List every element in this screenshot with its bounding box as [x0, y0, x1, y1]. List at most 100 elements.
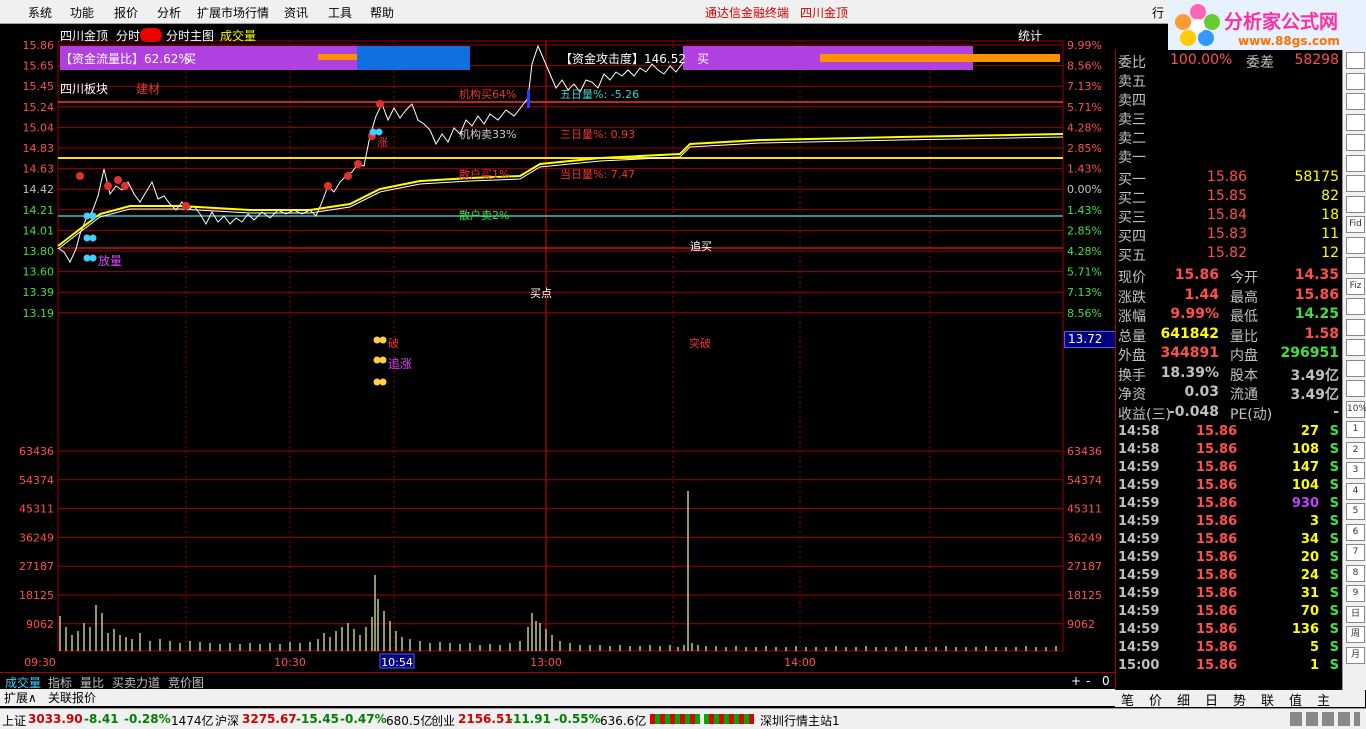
tick-vol: 27	[1300, 424, 1319, 439]
tick-row: 14:58 15.86 27 S	[1116, 424, 1343, 442]
price-tick-label: 15.45	[23, 80, 55, 93]
tool-button[interactable]: 2	[1346, 441, 1365, 459]
weicha-label: 委差	[1246, 55, 1274, 71]
tool-button[interactable]	[1346, 72, 1365, 90]
stat-value: 641842	[1160, 325, 1219, 342]
tool-button[interactable]: 周	[1346, 626, 1365, 643]
tool-button[interactable]	[1346, 134, 1365, 151]
stat-label-2: PE(动)	[1230, 406, 1273, 423]
time-tick-label: 13:00	[530, 656, 562, 669]
ask-row: 卖一	[1116, 147, 1343, 166]
tool-button[interactable]	[1346, 113, 1365, 131]
tool-button[interactable]	[1346, 318, 1365, 336]
zoom-in-button[interactable]: +	[1068, 674, 1084, 688]
today-vol-label: 当日量%: 7.47	[560, 168, 636, 181]
stat-row: 外盘 344891 内盘 296951	[1116, 345, 1343, 364]
tool-button[interactable]	[1346, 52, 1365, 69]
side-tab[interactable]: 笔	[1121, 690, 1134, 709]
extend-toggle[interactable]: 扩展∧	[4, 689, 37, 706]
vol-tick-label: 54374	[19, 474, 54, 487]
price-tick-label: 14.63	[23, 163, 55, 176]
zoom-out-button[interactable]: -	[1083, 674, 1093, 688]
tick-time: 14:59	[1118, 604, 1160, 619]
menu-help[interactable]: 帮助	[370, 4, 394, 21]
tick-price: 15.86	[1196, 532, 1238, 547]
tool-button[interactable]	[1346, 195, 1365, 213]
stat-label-2: 今开	[1230, 270, 1258, 286]
market-strength-bar-2	[704, 714, 754, 724]
tool-button[interactable]: 8	[1346, 564, 1365, 582]
tool-button[interactable]	[1346, 380, 1365, 397]
ask-label: 卖一	[1118, 150, 1146, 166]
tool-button[interactable]	[1346, 236, 1365, 254]
weibi-label: 委比	[1118, 55, 1146, 71]
chart-mode-tab[interactable]: 分时	[116, 27, 140, 44]
menu-extended-market[interactable]: 扩展市场行情	[197, 4, 269, 21]
buy-signal-icon	[354, 160, 362, 168]
tool-button[interactable]: 3	[1346, 462, 1365, 479]
bid-price: 15.85	[1206, 188, 1247, 204]
menu-quote[interactable]: 报价	[114, 4, 138, 21]
price-tick-label: 13.19	[23, 307, 55, 320]
tool-button[interactable]: 9	[1346, 585, 1365, 602]
tick-price: 15.86	[1196, 586, 1238, 601]
server-label: 深圳行情主站1	[760, 714, 840, 728]
side-tab[interactable]: 细	[1177, 690, 1190, 709]
tool-button[interactable]	[1346, 175, 1365, 192]
side-tab[interactable]: 日	[1205, 690, 1218, 709]
tick-side: S	[1329, 658, 1339, 673]
tool-button[interactable]: 10%	[1346, 400, 1366, 418]
tool-button[interactable]	[1346, 257, 1365, 274]
side-tab[interactable]: 联	[1261, 690, 1274, 709]
side-tab[interactable]: 值	[1289, 690, 1302, 709]
tool-button[interactable]: 4	[1346, 482, 1365, 500]
avg-price-line	[57, 133, 1064, 247]
stat-button[interactable]: 统计	[1018, 27, 1042, 44]
tool-button[interactable]: 5	[1346, 503, 1365, 520]
tick-vol: 104	[1291, 478, 1319, 493]
quote-corner-button[interactable]: 行	[1152, 4, 1164, 21]
tool-button[interactable]	[1346, 359, 1365, 377]
tick-price: 15.86	[1196, 604, 1238, 619]
blue-marker	[527, 90, 530, 108]
side-tab[interactable]: 主	[1317, 690, 1330, 709]
side-tab[interactable]: 势	[1233, 690, 1246, 709]
menu-system[interactable]: 系统	[28, 4, 52, 21]
ask-row: 卖四	[1116, 90, 1343, 109]
tool-button[interactable]: 7	[1346, 544, 1365, 561]
tool-button[interactable]	[1346, 93, 1365, 110]
hs-amount: 680.5亿	[386, 714, 433, 728]
tick-price: 15.86	[1196, 658, 1238, 673]
subtabs-bar: 扩展∧ 关联报价	[0, 689, 1115, 706]
related-quote-tab[interactable]: 关联报价	[48, 689, 96, 706]
ask-row: 卖二	[1116, 128, 1343, 147]
tick-time: 14:59	[1118, 568, 1160, 583]
menu-news[interactable]: 资讯	[284, 4, 308, 21]
menu-tools[interactable]: 工具	[328, 4, 352, 21]
tick-row: 14:59 15.86 20 S	[1116, 550, 1343, 568]
reset-button[interactable]: 0	[1099, 674, 1113, 688]
tick-row: 14:59 15.86 147 S	[1116, 460, 1343, 478]
tool-button[interactable]: Fiz	[1346, 277, 1365, 295]
tool-button[interactable]	[1346, 154, 1365, 172]
tool-button[interactable]: 1	[1346, 421, 1365, 438]
sector-label: 四川板块	[60, 82, 109, 96]
tool-button[interactable]: Fid	[1346, 216, 1365, 233]
tool-button[interactable]: 日	[1346, 605, 1365, 623]
side-tab[interactable]: 价	[1149, 690, 1162, 709]
menu-function[interactable]: 功能	[70, 4, 94, 21]
ask-row: 卖五	[1116, 71, 1343, 90]
tool-button[interactable]	[1346, 298, 1365, 315]
tool-button[interactable]	[1346, 339, 1365, 356]
tick-time: 14:58	[1118, 442, 1160, 457]
stat-row: 现价 15.86 今开 14.35	[1116, 267, 1343, 286]
tool-button[interactable]: 月	[1346, 646, 1365, 664]
intraday-chart[interactable]: 15.86 9.99% 15.65 8.56% 15.45 7.13% 15.24 5.71%…	[0, 24, 1116, 672]
vol-tick-label: 36249	[19, 531, 54, 544]
menu-analysis[interactable]: 分析	[157, 4, 181, 21]
tick-row: 14:59 15.86 70 S	[1116, 604, 1343, 622]
tick-row: 14:59 15.86 104 S	[1116, 478, 1343, 496]
tool-button[interactable]: 6	[1346, 523, 1365, 541]
tick-time: 14:59	[1118, 586, 1160, 601]
bid-row: 买五 15.82 12	[1116, 245, 1343, 264]
